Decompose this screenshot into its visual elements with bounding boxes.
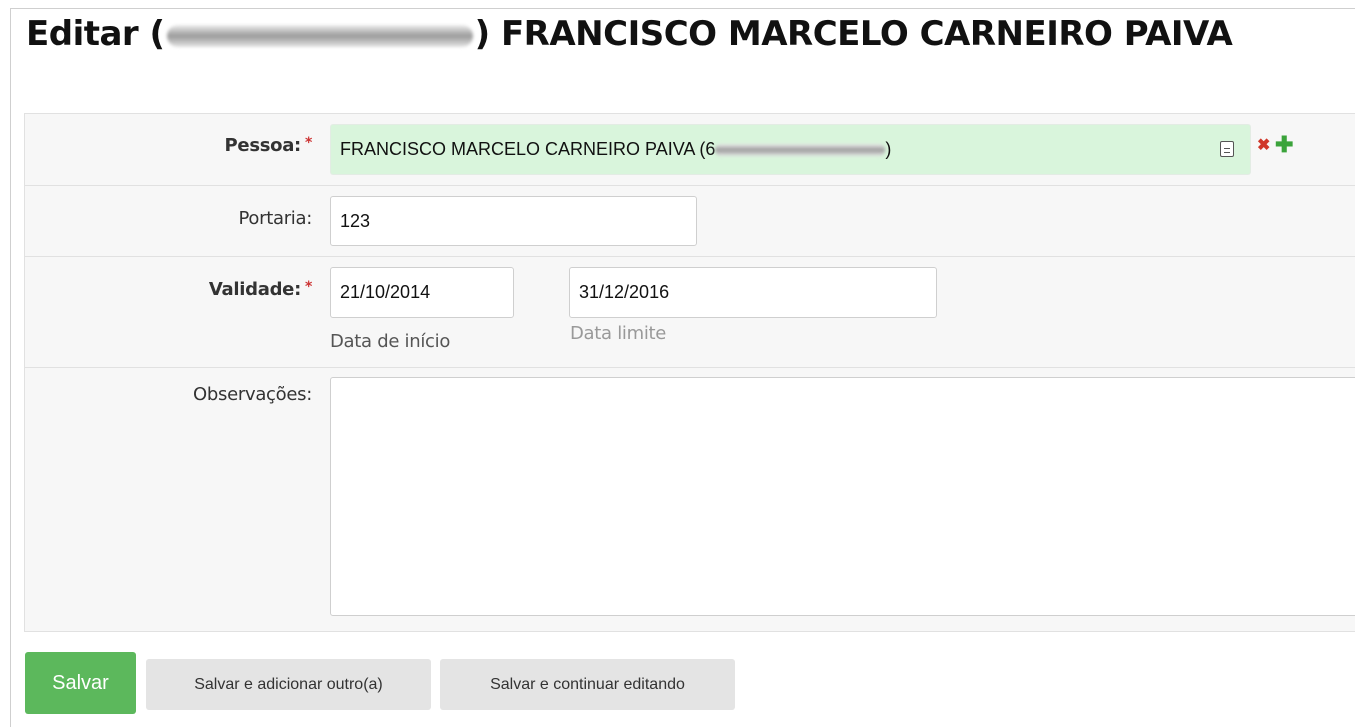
end-date-input[interactable]: 31/12/2016 — [569, 267, 937, 318]
delete-icon[interactable]: ✖ — [1257, 138, 1270, 154]
form-row-portaria: Portaria: 123 — [25, 186, 1355, 257]
form-row-pessoa: Pessoa: * FRANCISCO MARCELO CARNEIRO PAIV… — [25, 114, 1355, 186]
form-row-observacoes: Observações: — [25, 368, 1355, 632]
pessoa-label: Pessoa: * — [224, 135, 313, 156]
title-prefix: Editar ( — [26, 14, 165, 54]
validade-label: Validade: * — [208, 279, 312, 300]
required-mark: * — [304, 135, 312, 151]
edit-form: Pessoa: * FRANCISCO MARCELO CARNEIRO PAIV… — [24, 113, 1355, 632]
save-continue-button[interactable]: Salvar e continuar editando — [440, 659, 735, 710]
pessoa-value: FRANCISCO MARCELO CARNEIRO PAIVA (6 — [340, 139, 716, 159]
required-mark: * — [304, 279, 312, 295]
pessoa-field[interactable]: FRANCISCO MARCELO CARNEIRO PAIVA (6) — [330, 124, 1251, 175]
page-title: Editar ( ) FRANCISCO MARCELO CARNEIRO PAI… — [26, 14, 1233, 54]
add-icon[interactable]: ✚ — [1275, 134, 1293, 156]
save-button[interactable]: Salvar — [25, 652, 136, 714]
pessoa-value-end: ) — [885, 139, 892, 159]
save-add-another-button[interactable]: Salvar e adicionar outro(a) — [146, 659, 431, 710]
title-suffix: ) FRANCISCO MARCELO CARNEIRO PAIVA — [474, 14, 1233, 54]
portaria-label: Portaria: — [238, 208, 312, 229]
form-row-validade: Validade: * 21/10/2014 Data de início 31/… — [25, 257, 1355, 368]
observacoes-textarea[interactable] — [330, 377, 1355, 616]
id-card-icon[interactable] — [1220, 141, 1234, 157]
portaria-input[interactable]: 123 — [330, 196, 697, 246]
redacted-cpf — [715, 144, 886, 157]
observacoes-label: Observações: — [193, 384, 312, 405]
redacted-id — [166, 24, 473, 47]
start-date-input[interactable]: 21/10/2014 — [330, 267, 514, 318]
start-date-help: Data de início — [330, 331, 451, 352]
end-date-help: Data limite — [570, 323, 667, 344]
